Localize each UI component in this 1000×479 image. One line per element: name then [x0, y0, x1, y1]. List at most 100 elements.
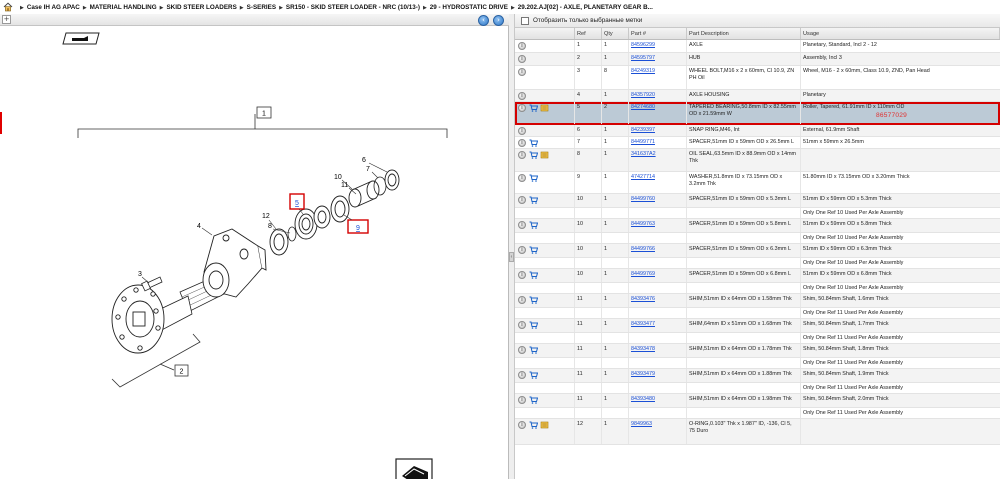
callout-1[interactable]: 1	[256, 106, 272, 119]
table-row[interactable]: i 10 1 84499760 SPACER,51mm ID x 59mm OD x 5…	[515, 194, 1000, 208]
table-row[interactable]: i 10 1 84499769 SPACER,51mm ID x 59mm OD x 6…	[515, 269, 1000, 283]
previous-diagram-button[interactable]: ‹	[478, 15, 489, 26]
part-number-link[interactable]: 84393480	[631, 396, 655, 402]
breadcrumb-item[interactable]: Case IH AG APAC	[27, 4, 80, 11]
table-row[interactable]: i 2 1 84595797 HUB Assembly, Incl 3	[515, 53, 1000, 66]
print-view-icon[interactable]	[62, 32, 100, 45]
info-icon[interactable]: i	[518, 42, 526, 50]
part-number-link[interactable]: 84393477	[631, 321, 655, 327]
part-number-link[interactable]: 84393479	[631, 371, 655, 377]
add-to-cart-icon[interactable]	[529, 271, 538, 279]
next-diagram-button[interactable]: ›	[493, 15, 504, 26]
table-row[interactable]: i 7 1 84499771 SPACER,51mm ID x 59mm OD x 26…	[515, 137, 1000, 149]
add-to-cart-icon[interactable]	[529, 421, 538, 429]
part-number-link[interactable]: 9849963	[631, 421, 652, 427]
info-icon[interactable]: i	[518, 151, 526, 159]
callout-2[interactable]: 2	[174, 364, 189, 377]
table-row[interactable]: i 11 1 84393479 SHIM,51mm ID x 64mm OD x 1.8…	[515, 369, 1000, 383]
part-number-link[interactable]: 47427714	[631, 174, 655, 180]
table-row[interactable]: i 11 1 84393480 SHIM,51mm ID x 64mm OD x 1.9…	[515, 394, 1000, 408]
table-row[interactable]: i 11 1 84393478 SHIM,51mm ID x 64mm OD x 1.7…	[515, 344, 1000, 358]
model-navigator-icon[interactable]	[395, 458, 433, 479]
part-number-link[interactable]: 84239397	[631, 127, 655, 133]
add-to-cart-icon[interactable]	[529, 151, 538, 159]
add-to-cart-icon[interactable]	[529, 296, 538, 304]
callout-4[interactable]: 4	[197, 223, 213, 236]
info-icon[interactable]: i	[518, 196, 526, 204]
header-cell-description[interactable]: Part Description	[687, 28, 801, 39]
callout-3[interactable]: 3	[138, 271, 150, 284]
table-row[interactable]: i 10 1 84499766 SPACER,51mm ID x 59mm OD x 6…	[515, 244, 1000, 258]
table-row[interactable]: i 10 1 84499763 SPACER,51mm ID x 59mm OD x 5…	[515, 219, 1000, 233]
callout-11[interactable]: 11	[341, 182, 357, 195]
part-number-link[interactable]: 84499760	[631, 196, 655, 202]
table-row[interactable]: i 5 2 84274680 TAPERED BEARING,50.8mm ID x 8…	[515, 102, 1000, 125]
part-number-link[interactable]: 84393478	[631, 346, 655, 352]
add-to-cart-icon[interactable]	[529, 139, 538, 147]
breadcrumb-item[interactable]: 29 - HYDROSTATIC DRIVE	[430, 4, 508, 11]
add-to-cart-icon[interactable]	[529, 321, 538, 329]
part-number-link[interactable]: 84499763	[631, 221, 655, 227]
add-to-cart-icon[interactable]	[529, 196, 538, 204]
add-to-cart-icon[interactable]	[529, 346, 538, 354]
add-to-cart-icon[interactable]	[529, 174, 538, 182]
part-number-link[interactable]: 84274680	[631, 104, 655, 110]
part-number-link[interactable]: 84249319	[631, 68, 655, 74]
table-row[interactable]: i 3 8 84249319 WHEEL BOLT,M16 x 2 x 60mm, Cl…	[515, 66, 1000, 90]
info-icon[interactable]: i	[518, 55, 526, 63]
info-icon[interactable]: i	[518, 174, 526, 182]
part-number-link[interactable]: 84357920	[631, 92, 655, 98]
part-number-link[interactable]: 84499771	[631, 139, 655, 145]
part-note-icon[interactable]	[540, 421, 549, 429]
table-row[interactable]: i 9 1 47427714 WASHER,51.8mm ID x 73.15mm OD…	[515, 172, 1000, 194]
part-number-link[interactable]: 84499766	[631, 246, 655, 252]
breadcrumb-item[interactable]: 29.202.AJ[02] - AXLE, PLANETARY GEAR B..…	[518, 4, 653, 11]
info-icon[interactable]: i	[518, 396, 526, 404]
header-cell-qty[interactable]: Qty	[602, 28, 629, 39]
part-number-link[interactable]: 84595797	[631, 55, 655, 61]
add-to-cart-icon[interactable]	[529, 246, 538, 254]
breadcrumb-item[interactable]: SKID STEER LOADERS	[166, 4, 236, 11]
table-row[interactable]: i 1 1 84596299 AXLE Planetary, Standard, Incl…	[515, 40, 1000, 53]
info-icon[interactable]: i	[518, 371, 526, 379]
info-icon[interactable]: i	[518, 346, 526, 354]
info-icon[interactable]: i	[518, 421, 526, 429]
info-icon[interactable]: i	[518, 92, 526, 100]
info-icon[interactable]: i	[518, 296, 526, 304]
info-icon[interactable]: i	[518, 246, 526, 254]
add-to-cart-icon[interactable]	[529, 221, 538, 229]
table-row[interactable]: i 12 1 9849963 O-RING,0.103" Thk x 1.987" ID…	[515, 419, 1000, 445]
header-cell-usage[interactable]: Usage	[801, 28, 1000, 39]
callout-7[interactable]: 7	[366, 166, 379, 179]
expand-panel-button[interactable]: +	[2, 15, 11, 24]
table-row[interactable]: i 11 1 84393476 SHIM,51mm ID x 64mm OD x 1.5…	[515, 294, 1000, 308]
part-number-link[interactable]: 341637A2	[631, 151, 656, 157]
info-icon[interactable]: i	[518, 321, 526, 329]
info-icon[interactable]: i	[518, 104, 526, 112]
home-icon[interactable]	[3, 2, 13, 12]
header-cell-part-number[interactable]: Part #	[629, 28, 687, 39]
info-icon[interactable]: i	[518, 271, 526, 279]
show-selected-only-checkbox[interactable]	[521, 16, 529, 25]
add-to-cart-icon[interactable]	[529, 396, 538, 404]
part-note-icon[interactable]	[540, 104, 549, 112]
header-cell-ref[interactable]: Ref	[575, 28, 602, 39]
part-number-link[interactable]: 84596299	[631, 42, 655, 48]
breadcrumb-item[interactable]: S-SERIES	[247, 4, 276, 11]
table-row[interactable]: i 6 1 84239397 SNAP RING,M46, Int External, 6…	[515, 125, 1000, 137]
table-row[interactable]: i 8 1 341637A2 OIL SEAL,63.5mm ID x 88.9mm O…	[515, 149, 1000, 172]
info-icon[interactable]: i	[518, 221, 526, 229]
part-note-icon[interactable]	[540, 151, 549, 159]
breadcrumb-item[interactable]: SR150 - SKID STEER LOADER - NRC (10/13-)	[286, 4, 420, 11]
breadcrumb-item[interactable]: MATERIAL HANDLING	[90, 4, 157, 11]
info-icon[interactable]: i	[518, 68, 526, 76]
info-icon[interactable]: i	[518, 127, 526, 135]
info-icon[interactable]: i	[518, 139, 526, 147]
table-row[interactable]: i 11 1 84393477 SHIM,64mm ID x 51mm OD x 1.6…	[515, 319, 1000, 333]
part-number-link[interactable]: 84393476	[631, 296, 655, 302]
table-row[interactable]: i 4 1 84357920 AXLE HOUSING Planetary	[515, 90, 1000, 102]
add-to-cart-icon[interactable]	[529, 104, 538, 112]
splitter-collapse-handle[interactable]: ‹	[509, 252, 514, 262]
part-number-link[interactable]: 84499769	[631, 271, 655, 277]
callout-9-highlight[interactable]: 9	[343, 214, 369, 234]
